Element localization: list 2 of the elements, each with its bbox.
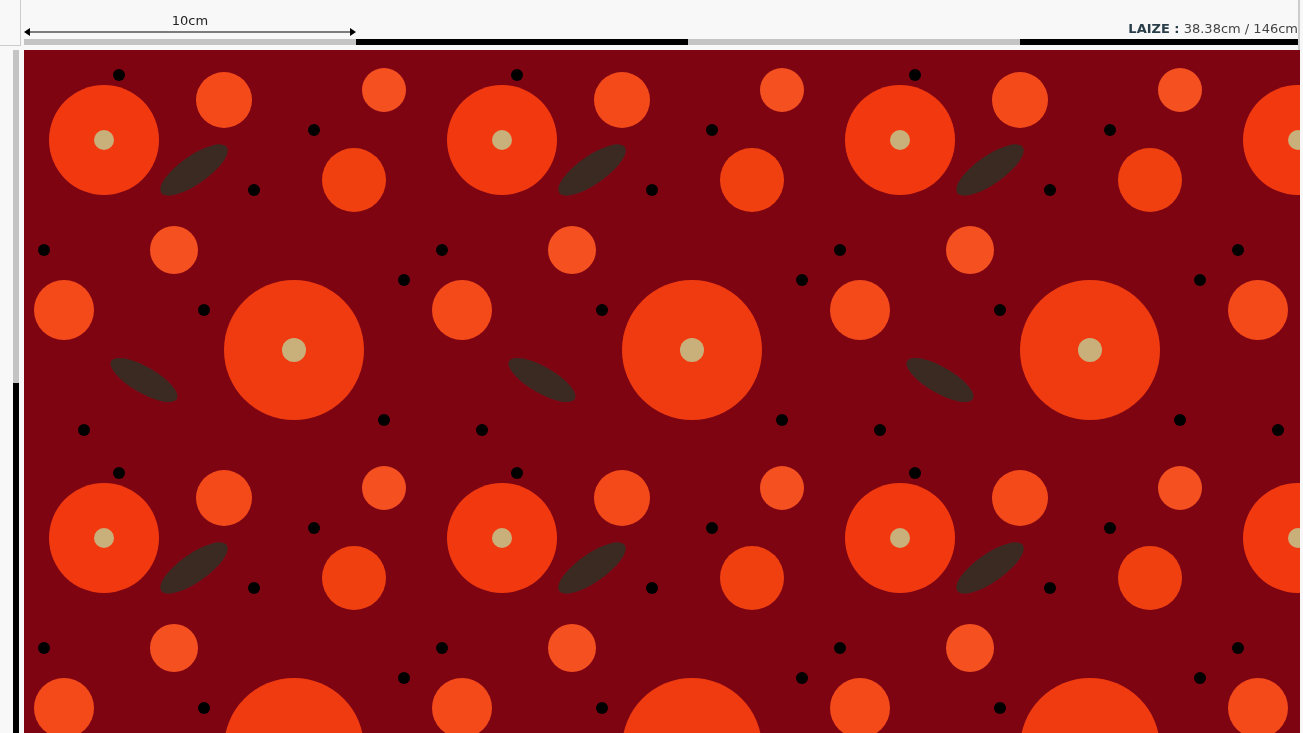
- fabric-width-text: LAIZE : 38.38cm / 146cm: [1128, 21, 1298, 38]
- ruler-label: 10cm: [171, 13, 209, 28]
